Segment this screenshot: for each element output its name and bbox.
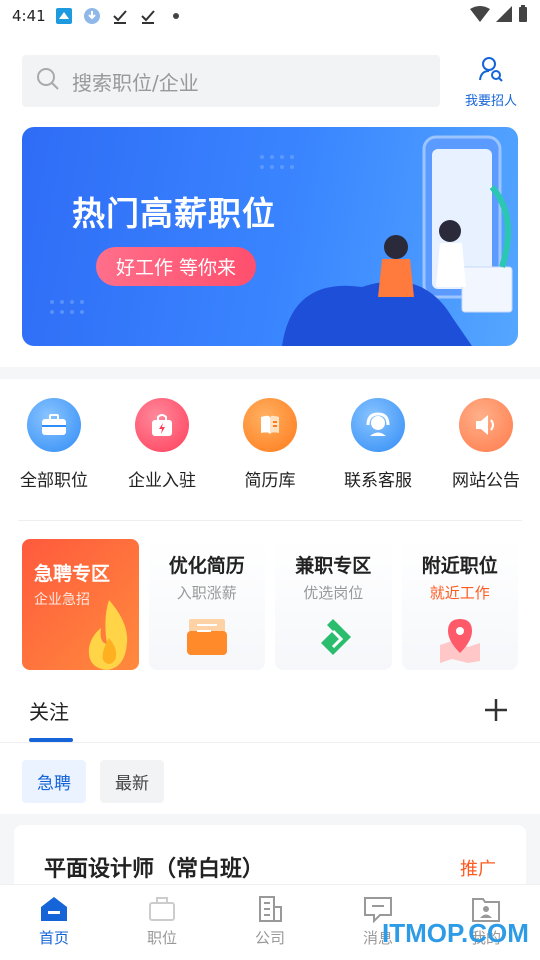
quick-nav-customer-service[interactable]: 联系客服 <box>324 398 432 498</box>
quick-nav-label: 联系客服 <box>344 471 412 491</box>
feature-cards: 急聘专区 企业急招 优化简历 入职涨薪 兼职专区 优选岗位 附近职位 就近工作 <box>22 539 518 670</box>
section-divider <box>0 367 540 379</box>
feature-subtitle: 优选岗位 <box>303 584 364 602</box>
nav-label: 首页 <box>38 929 69 947</box>
watermark: ITMOP.COM <box>382 918 529 948</box>
feature-title: 附近职位 <box>421 555 498 577</box>
wifi-icon <box>470 6 490 26</box>
divider <box>18 520 522 521</box>
banner-title: 热门高薪职位 <box>72 194 276 233</box>
check-icon <box>138 6 158 26</box>
app-notification-icon <box>54 6 74 26</box>
feature-title: 急聘专区 <box>34 563 111 585</box>
battery-icon <box>518 5 528 27</box>
feature-title: 优化简历 <box>168 555 245 577</box>
building-icon <box>259 896 282 922</box>
quick-nav-label: 网站公告 <box>452 471 520 491</box>
feature-subtitle: 入职涨薪 <box>176 584 237 602</box>
recruiter-icon <box>478 56 504 86</box>
search-icon <box>36 67 60 95</box>
add-follow-button[interactable] <box>482 696 510 724</box>
recruit-button[interactable]: 我要招人 <box>456 56 526 109</box>
map-pin-icon <box>439 619 480 663</box>
download-icon <box>82 6 102 26</box>
job-title: 平面设计师（常白班） <box>44 857 265 882</box>
tab-indicator <box>29 738 73 742</box>
speaker-icon <box>459 398 513 452</box>
quick-nav-label: 全部职位 <box>20 471 88 491</box>
dot-icon <box>166 6 186 26</box>
book-icon <box>243 398 297 452</box>
search-placeholder: 搜索职位/企业 <box>72 70 199 95</box>
nav-home[interactable]: 首页 <box>0 885 108 960</box>
quick-nav-announcement[interactable]: 网站公告 <box>432 398 540 498</box>
status-bar: 4:41 <box>0 0 540 32</box>
flame-icon <box>88 600 127 670</box>
nav-jobs[interactable]: 职位 <box>108 885 216 960</box>
signal-icon <box>496 6 512 26</box>
follow-tabs: 关注 <box>0 688 540 743</box>
quick-nav-resume-library[interactable]: 简历库 <box>216 398 324 498</box>
search-input[interactable]: 搜索职位/企业 <box>22 55 440 107</box>
headset-icon <box>351 398 405 452</box>
briefcase-icon <box>149 897 175 921</box>
quick-nav-enterprise[interactable]: 企业入驻 <box>108 398 216 498</box>
quick-nav-all-jobs[interactable]: 全部职位 <box>0 398 108 498</box>
plus-icon <box>485 699 507 721</box>
tab-follow[interactable]: 关注 <box>29 696 69 725</box>
feature-part-time[interactable]: 兼职专区 优选岗位 <box>275 539 392 670</box>
home-icon <box>41 897 67 921</box>
filter-chips: 急聘 最新 <box>22 760 164 803</box>
feature-nearby-jobs[interactable]: 附近职位 就近工作 <box>401 539 518 670</box>
feature-subtitle: 就近工作 <box>429 584 490 602</box>
nav-company[interactable]: 公司 <box>216 885 324 960</box>
promo-banner[interactable]: 热门高薪职位 好工作 等你来 <box>22 127 518 346</box>
feature-urgent-hiring[interactable]: 急聘专区 企业急招 <box>22 539 139 670</box>
leaf-icon <box>321 619 352 655</box>
chip-latest[interactable]: 最新 <box>100 760 164 803</box>
nav-label: 公司 <box>254 929 285 947</box>
recruit-label: 我要招人 <box>464 94 517 109</box>
banner-subtitle: 好工作 等你来 <box>96 247 257 286</box>
quick-nav: 全部职位 企业入驻 简历库 联系客服 网站公告 <box>0 398 540 498</box>
quick-nav-label: 简历库 <box>244 471 296 491</box>
promoted-badge: 推广 <box>460 859 496 880</box>
feature-optimize-resume[interactable]: 优化简历 入职涨薪 <box>148 539 265 670</box>
check-icon <box>110 6 130 26</box>
status-time: 4:41 <box>12 7 46 25</box>
feature-title: 兼职专区 <box>295 555 372 577</box>
nav-label: 职位 <box>146 929 177 947</box>
briefcase-icon <box>27 398 81 452</box>
quick-nav-label: 企业入驻 <box>128 471 196 491</box>
bag-icon <box>135 398 189 452</box>
banner-illustration <box>50 135 513 346</box>
chip-urgent[interactable]: 急聘 <box>22 760 86 803</box>
envelope-icon <box>186 619 227 655</box>
